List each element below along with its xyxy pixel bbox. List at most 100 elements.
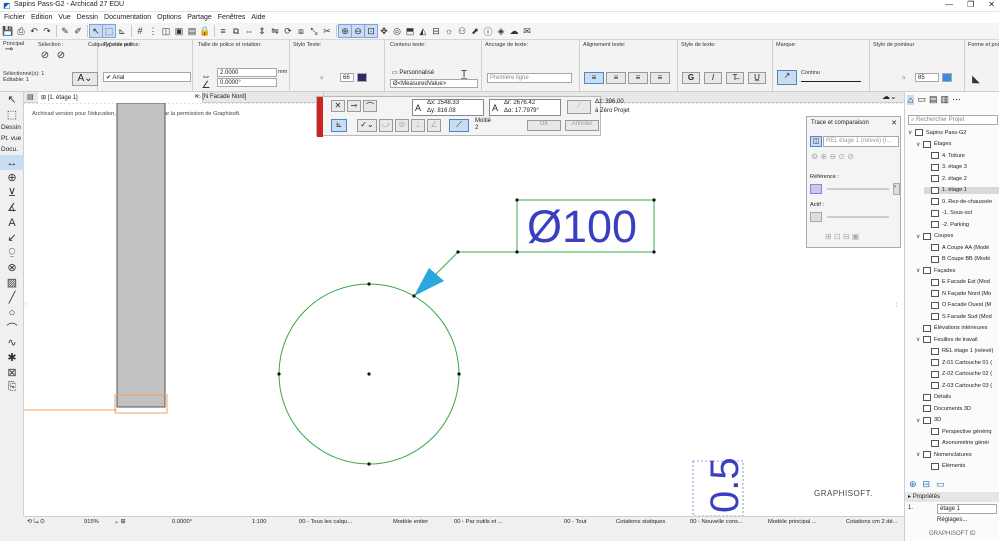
trace-bottom-icons[interactable]: ⊞ ⊡ ⊟ ▣ — [825, 232, 859, 241]
navigator-item[interactable]: Documents 3D — [916, 405, 999, 412]
reference-arrow[interactable]: › — [893, 183, 900, 195]
snap-guide-button[interactable]: ⌒ — [363, 100, 377, 112]
navigator-item[interactable]: ∨ Nomenclatures — [916, 451, 999, 458]
label-tool-icon[interactable]: ↙ — [0, 230, 24, 245]
strikethrough-button[interactable]: T̶ — [726, 72, 744, 84]
marquee-tool-icon[interactable]: ⬚ — [0, 107, 24, 122]
drawing-tool-icon[interactable]: ⎘ — [0, 380, 24, 395]
section-view-icon[interactable]: ⊟ — [430, 25, 442, 37]
view-options-icon[interactable]: ☁⌄ — [882, 92, 897, 101]
marker-button[interactable]: ↗ — [777, 70, 797, 85]
navigator-item[interactable]: S Facade Sud (Mod — [924, 313, 999, 320]
3d-view-icon[interactable]: ◭ — [417, 25, 429, 37]
tree-toggle-icon[interactable]: ∨ — [916, 451, 923, 458]
right-resize-handle[interactable]: ⁞ — [896, 303, 898, 309]
marker-tool-icon[interactable]: ⊗ — [0, 260, 24, 275]
font-size-input[interactable]: 2.0000 — [217, 68, 277, 77]
bold-button[interactable]: G — [682, 72, 700, 84]
split-icon[interactable]: ✂ — [321, 25, 333, 37]
layout-book-icon[interactable]: ▤ — [929, 94, 938, 105]
pen-value[interactable]: 66 — [340, 73, 354, 82]
menu-fenetres[interactable]: Fenêtres — [218, 14, 246, 21]
radial-dimension-icon[interactable]: ⊕ — [0, 170, 24, 185]
tab-list-icon[interactable]: ▤ — [27, 93, 34, 101]
tree-toggle-icon[interactable]: ∨ — [916, 336, 923, 343]
text-tool-icon[interactable]: A — [0, 215, 24, 230]
navigator-item[interactable]: O Facade Ouest (M — [924, 301, 999, 309]
navigator-item[interactable]: B Coupe BB (Modé — [924, 255, 999, 263]
rotate-icon[interactable]: ⟳ — [282, 25, 294, 37]
zoom-dropdown-icon[interactable]: ⌄ ⊞ — [114, 519, 125, 525]
project-map-icon[interactable]: ⌂ — [907, 94, 915, 105]
tab-etage-1[interactable]: ⊞ [1. étage 1] ✕ — [38, 92, 203, 103]
navigator-item[interactable]: -1. Sous-sol — [924, 209, 999, 217]
minimize-button[interactable]: — — [945, 0, 953, 9]
zoom-out-icon[interactable]: ⊖ — [351, 24, 365, 38]
chat-icon[interactable]: ✉ — [521, 25, 533, 37]
drawing-canvas[interactable]: Archicad version pour l'éducation, reven… — [24, 103, 904, 516]
navigator-item[interactable]: Éléments — [924, 462, 999, 470]
pointer-pen-value[interactable]: 85 — [915, 73, 939, 82]
navigator-item[interactable]: 0. Rez-de-chaussée — [924, 198, 999, 205]
pen-set[interactable]: 00 - Par outils et ... — [454, 519, 503, 525]
tree-toggle-icon[interactable]: ∨ — [908, 129, 915, 136]
navigator-search[interactable]: ⌕ Rechercher Projet — [908, 115, 998, 125]
wall[interactable] — [116, 103, 166, 408]
circle-center-node[interactable] — [367, 372, 371, 376]
text-style-a-icon[interactable]: A⌄ — [72, 72, 98, 86]
cancel-button[interactable]: Annuler — [565, 120, 599, 131]
trace-close-icon[interactable]: ✕ — [891, 119, 897, 127]
leader-node-start[interactable] — [412, 294, 416, 298]
circle-node-right[interactable] — [457, 372, 461, 376]
publisher-icon[interactable]: ▥ — [940, 94, 949, 105]
reference-swatch[interactable] — [810, 184, 822, 194]
perpendicular-button[interactable]: ⊥ — [411, 119, 425, 132]
navigator-item[interactable]: -2. Parking — [924, 221, 999, 228]
tree-toggle-icon[interactable]: ∨ — [916, 267, 923, 274]
navigator-extra-icon[interactable]: ▭ — [936, 479, 945, 490]
close-button[interactable]: ✕ — [988, 0, 995, 9]
view-map-icon[interactable]: ▭ — [917, 94, 926, 105]
active-slider[interactable] — [827, 216, 889, 218]
navigator-item[interactable]: 1. étage 1 — [924, 186, 999, 194]
arrow-tool-icon[interactable]: ↖ — [0, 92, 24, 107]
tab-facade-nord[interactable]: ⌂ [N Facade Nord] — [194, 92, 324, 103]
mirror-icon[interactable]: ⇋ — [269, 25, 281, 37]
level-dimension-icon[interactable]: ⊻ — [0, 185, 24, 200]
navigator-item[interactable]: N Façade Nord (Mo — [924, 290, 999, 297]
guide-point-button[interactable]: ⤻ — [379, 119, 393, 132]
publish-icon[interactable]: ⬈ — [469, 25, 481, 37]
dimension-units[interactable]: Cotations cm 2 dé... — [846, 519, 898, 525]
offset-icon[interactable]: ⧈ — [295, 25, 307, 37]
navigator-item[interactable]: 3. étage 3 — [924, 163, 999, 171]
maximize-button[interactable]: ❐ — [967, 0, 974, 9]
navigator-item[interactable]: A Coupe AA (Modé — [924, 244, 999, 251]
renovation-filter[interactable]: 00 - Nouvelle cons... — [690, 519, 743, 525]
navigator-item[interactable]: Z-02 Cartouche 02 ( — [924, 370, 999, 378]
parallel-button[interactable]: ⊘ — [395, 119, 409, 132]
snap-icon[interactable]: ⊾ — [116, 25, 128, 37]
menu-fichier[interactable]: Fichier — [4, 14, 25, 21]
properties-header[interactable]: ▸ Propriétés — [905, 492, 999, 502]
menu-aide[interactable]: Aide — [251, 14, 265, 21]
menu-vue[interactable]: Vue — [58, 14, 70, 21]
circle-tool-icon[interactable]: ○ — [0, 305, 24, 320]
inject-icon[interactable]: ✐ — [72, 25, 84, 37]
pointer-pen-swatch[interactable] — [942, 73, 952, 82]
align-icon[interactable]: ⇔ — [243, 25, 255, 37]
navigator-item[interactable]: ∨ Sapins Pass-G2 — [908, 129, 999, 136]
zone-tool-icon[interactable]: ⍜ — [0, 245, 24, 260]
new-view-icon[interactable]: ⊟ — [923, 479, 931, 490]
fit-window-icon[interactable]: ⊡ — [364, 24, 378, 38]
layer-combination[interactable]: 00 - Tous les calqu... — [299, 519, 352, 525]
tracker-handle[interactable] — [317, 97, 323, 137]
trace-source-select[interactable]: REL étage 1 (relevé) (I... — [823, 136, 899, 147]
redo-icon[interactable]: ↷ — [41, 25, 53, 37]
underline-button[interactable]: U̲ — [748, 72, 766, 84]
scale-value[interactable]: 1:100 — [252, 519, 267, 525]
angle-value[interactable]: 0.0000° — [172, 519, 192, 525]
undo-icon[interactable]: ↶ — [28, 25, 40, 37]
dimension-arrowhead[interactable] — [414, 268, 444, 296]
navigator-item[interactable]: ∨ Façades — [916, 267, 999, 274]
eye-icon[interactable]: ⊘ — [40, 48, 50, 62]
